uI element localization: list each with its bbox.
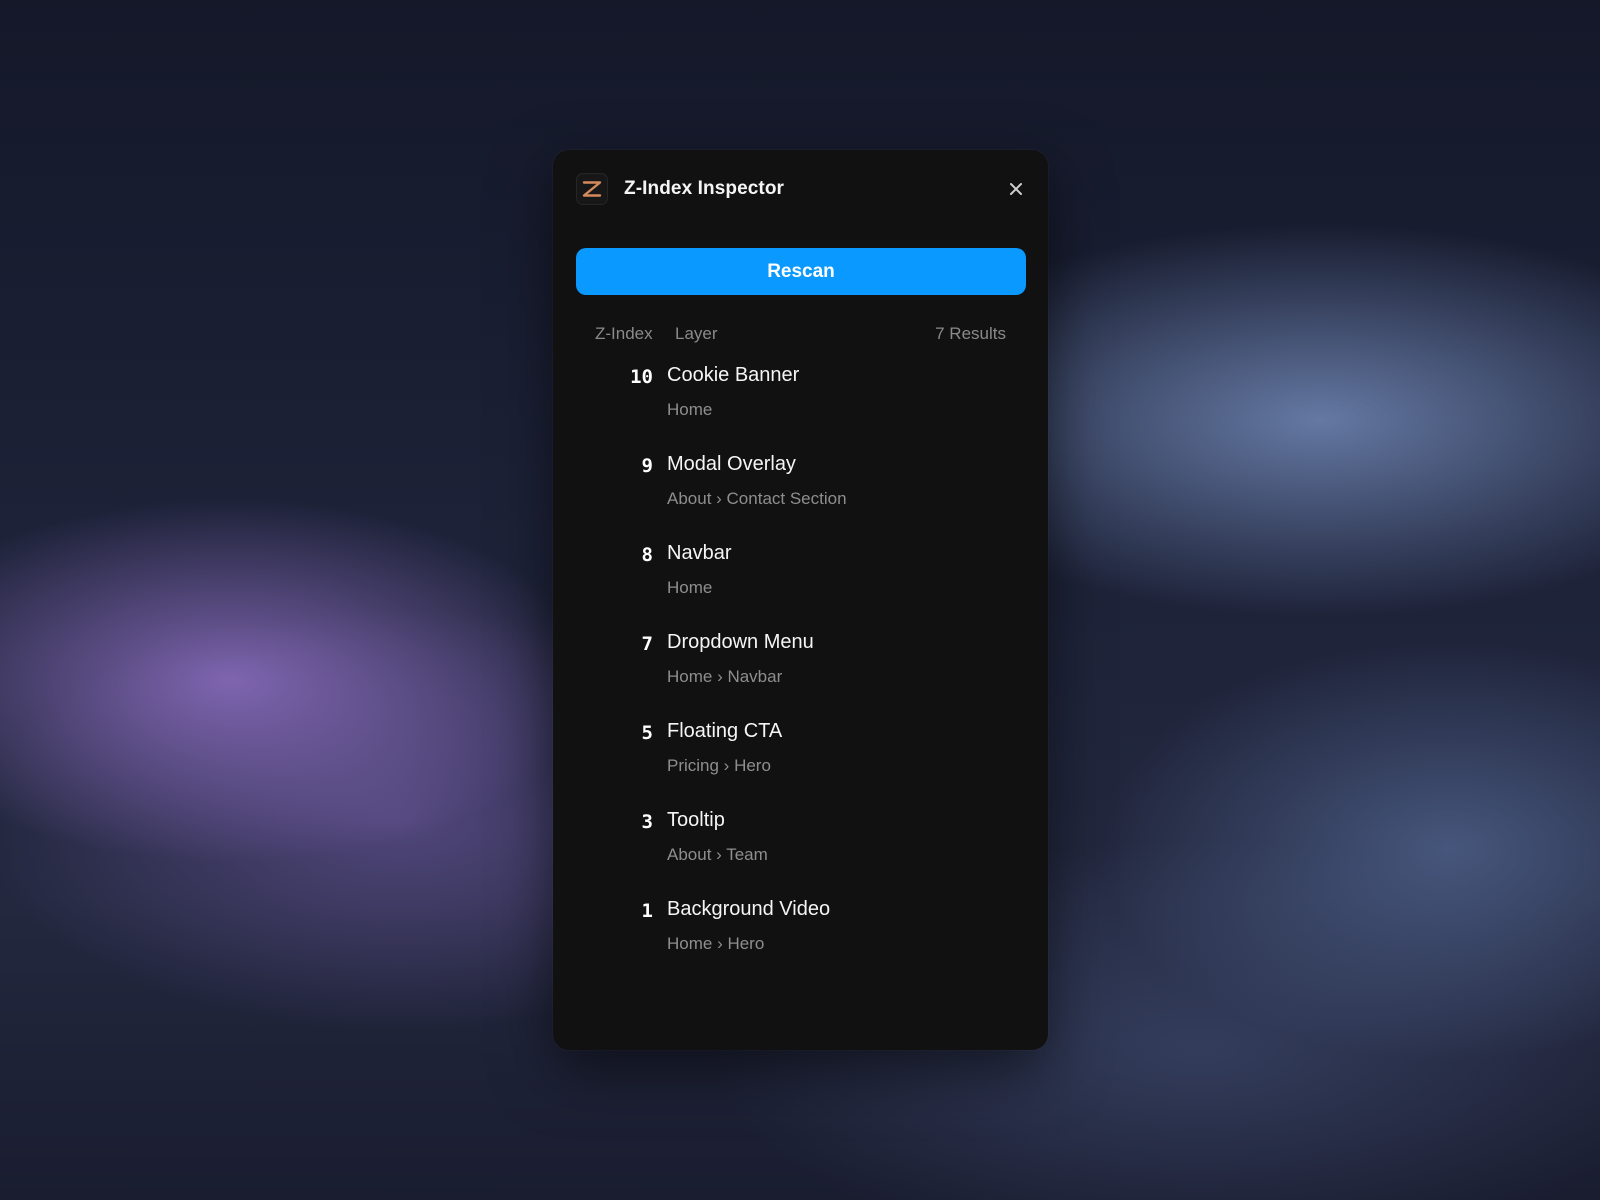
rescan-button[interactable]: Rescan (576, 248, 1026, 295)
column-zindex-label: Z-Index (595, 324, 653, 343)
panel-title: Z-Index Inspector (624, 178, 785, 199)
layer-row[interactable]: 7 Dropdown Menu Home › Navbar (553, 627, 1048, 716)
layer-zindex: 1 (641, 900, 653, 922)
layer-zindex: 7 (641, 633, 653, 655)
layer-zindex: 8 (641, 544, 653, 566)
layer-zindex: 5 (641, 722, 653, 744)
column-header: Z-Index Layer 7 Results (595, 322, 1006, 346)
layer-row[interactable]: 10 Cookie Banner Home (553, 360, 1048, 449)
z-index-inspector-panel: Z-Index Inspector Rescan Z-Index Layer 7… (553, 150, 1048, 1050)
layer-name: Background Video (667, 898, 831, 920)
layer-row[interactable]: 3 Tooltip About › Team (553, 805, 1048, 894)
layer-name: Modal Overlay (667, 453, 796, 475)
results-count: 7 Results (935, 324, 1006, 343)
layer-name: Floating CTA (667, 720, 783, 742)
z-logo-icon (582, 181, 602, 197)
layer-name: Tooltip (667, 809, 725, 831)
layer-row[interactable]: 5 Floating CTA Pricing › Hero (553, 716, 1048, 805)
layer-name: Navbar (667, 542, 732, 564)
layer-row[interactable]: 8 Navbar Home (553, 538, 1048, 627)
close-icon (1010, 183, 1022, 195)
panel-header: Z-Index Inspector (576, 172, 1028, 206)
layer-path: Home (667, 400, 713, 419)
layer-name: Dropdown Menu (667, 631, 814, 653)
layer-path: Pricing › Hero (667, 756, 771, 775)
layer-path: About › Team (667, 845, 768, 864)
layer-zindex: 3 (641, 811, 653, 833)
layer-zindex: 10 (630, 366, 653, 388)
layer-path: Home › Hero (667, 934, 765, 953)
layer-path: Home › Navbar (667, 667, 783, 686)
layer-list: 10 Cookie Banner Home 9 Modal Overlay Ab… (553, 360, 1048, 983)
column-layer-label: Layer (675, 324, 718, 343)
layer-name: Cookie Banner (667, 364, 800, 386)
layer-path: Home (667, 578, 713, 597)
layer-path: About › Contact Section (667, 489, 847, 508)
close-button[interactable] (1004, 177, 1028, 201)
layer-zindex: 9 (641, 455, 653, 477)
layer-row[interactable]: 1 Background Video Home › Hero (553, 894, 1048, 983)
plugin-logo (576, 173, 608, 205)
layer-row[interactable]: 9 Modal Overlay About › Contact Section (553, 449, 1048, 538)
